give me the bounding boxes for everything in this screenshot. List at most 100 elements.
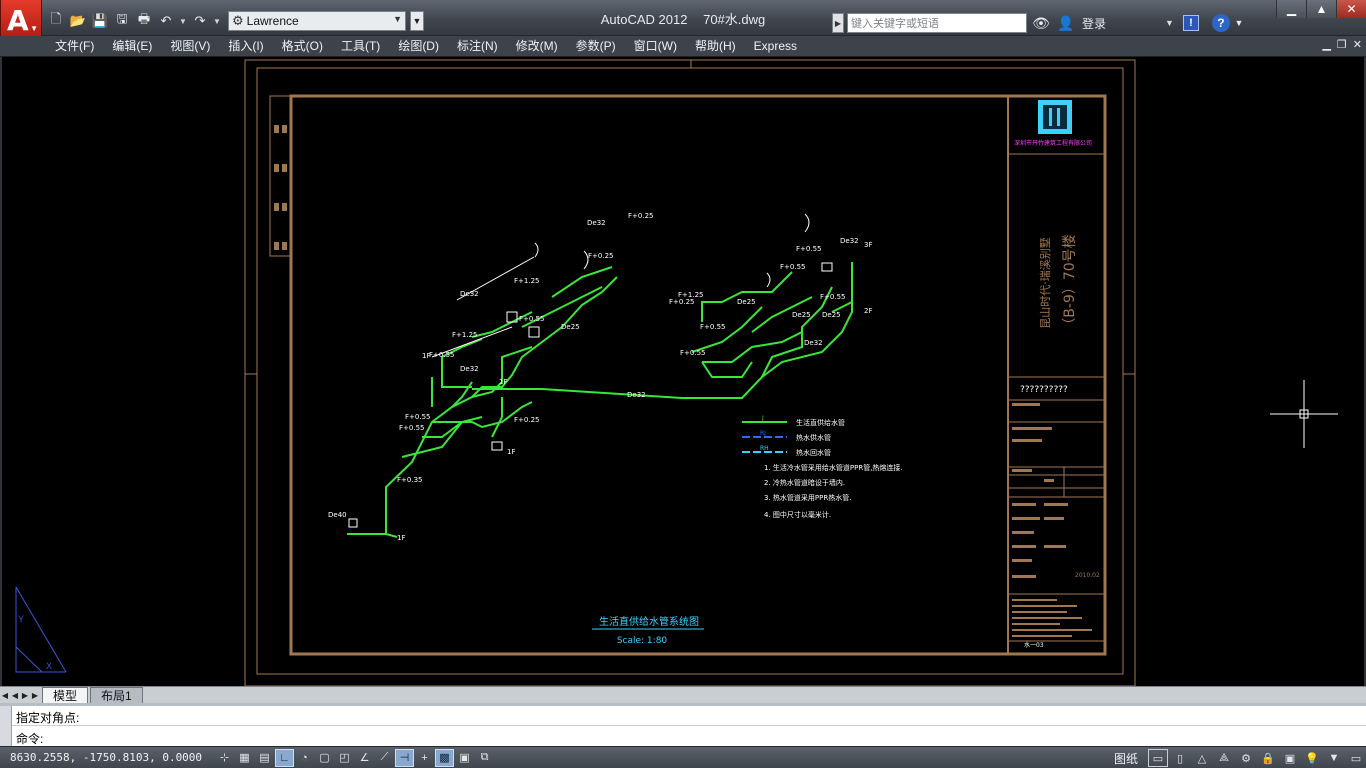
command-input[interactable]: 命令: <box>16 730 43 747</box>
svg-text:1. 生活冷水管采用给水管道PPR管,热熔连接.: 1. 生活冷水管采用给水管道PPR管,热熔连接. <box>764 463 903 472</box>
svg-text:F+0.55: F+0.55 <box>796 245 821 253</box>
drawing-svg[interactable]: 深圳市丹竹建筑工程有限公司 昆山时代·瑞溪别墅 （B-9）70号楼 ??????… <box>2 57 1364 686</box>
command-history: 指定对角点: <box>16 711 80 725</box>
customize-toolbar-button[interactable]: ▼ <box>410 11 424 31</box>
menu-bar: 文件(F) 编辑(E) 视图(V) 插入(I) 格式(O) 工具(T) 绘图(D… <box>0 36 1366 57</box>
svg-text:2. 冷热水管道暗设于墙内.: 2. 冷热水管道暗设于墙内. <box>764 478 845 487</box>
save-icon[interactable]: 💾 <box>90 11 110 31</box>
menu-window[interactable]: 窗口(W) <box>625 36 686 57</box>
svg-text:F+0.55: F+0.55 <box>399 424 424 432</box>
svg-text:1F: 1F <box>507 448 515 456</box>
redo-icon[interactable]: ↷ <box>190 11 210 31</box>
prev-tab-icon[interactable]: ◀ <box>10 688 20 702</box>
last-tab-icon[interactable]: ▶ <box>30 688 40 702</box>
infer-constraints-icon[interactable]: ⊹ <box>215 749 234 767</box>
status-menu-icon[interactable]: ▼ <box>1324 749 1344 767</box>
lock-icon[interactable]: 🔒 <box>1258 749 1278 767</box>
tab-model[interactable]: 模型 <box>42 687 89 703</box>
hardware-acceleration-icon[interactable]: ▣ <box>1280 749 1300 767</box>
isolate-objects-icon[interactable]: 💡 <box>1302 749 1322 767</box>
undo-dropdown-icon[interactable]: ▼ <box>178 11 188 31</box>
menu-draw[interactable]: 绘图(D) <box>389 36 448 57</box>
svg-text:F+0.55: F+0.55 <box>519 315 544 323</box>
command-line-grip[interactable] <box>0 706 12 746</box>
next-tab-icon[interactable]: ▶ <box>20 688 30 702</box>
tab-layout1[interactable]: 布局1 <box>90 687 143 703</box>
menu-insert[interactable]: 插入(I) <box>219 36 272 57</box>
annotation-visibility-icon[interactable]: ⟁ <box>1214 749 1234 767</box>
exchange-icon[interactable]: ! <box>1182 15 1199 31</box>
svg-text:De25: De25 <box>737 298 756 306</box>
search-input[interactable] <box>847 13 1027 33</box>
snap-mode-icon[interactable]: ▦ <box>235 749 254 767</box>
menu-format[interactable]: 格式(O) <box>273 36 332 57</box>
undo-icon[interactable]: ↶ <box>156 11 176 31</box>
doc-restore-button[interactable]: ❐ <box>1337 38 1347 51</box>
status-right: 图纸 ▭ ▯ △ ⟁ ⚙ 🔒 ▣ 💡 ▼ ▭ <box>1114 747 1366 768</box>
grid-display-icon[interactable]: ▤ <box>255 749 274 767</box>
print-icon[interactable]: 🖶 <box>134 11 154 31</box>
polar-tracking-icon[interactable]: ◔ <box>295 749 314 767</box>
dynamic-input-icon[interactable]: ⊣ <box>395 748 414 767</box>
menu-dimension[interactable]: 标注(N) <box>448 36 507 57</box>
chevron-down-icon[interactable]: ▼ <box>1165 18 1174 28</box>
svg-text:De32: De32 <box>804 339 823 347</box>
company-name: 深圳市丹竹建筑工程有限公司 <box>1014 139 1092 147</box>
menu-view[interactable]: 视图(V) <box>161 36 219 57</box>
search-expand-button[interactable]: ▶ <box>832 13 844 33</box>
quick-properties-icon[interactable]: ▣ <box>455 749 474 767</box>
menu-edit[interactable]: 编辑(E) <box>103 36 161 57</box>
doc-minimize-button[interactable]: ▁ <box>1322 38 1330 51</box>
dynamic-ucs-icon[interactable]: ⟋ <box>375 749 394 767</box>
clean-screen-icon[interactable]: ▭ <box>1346 749 1366 767</box>
drawing-canvas[interactable]: 深圳市丹竹建筑工程有限公司 昆山时代·瑞溪别墅 （B-9）70号楼 ??????… <box>0 57 1366 686</box>
company-logo <box>1038 100 1072 134</box>
maximize-button[interactable]: ▲ <box>1306 0 1336 18</box>
menu-file[interactable]: 文件(F) <box>46 36 103 57</box>
login-button[interactable]: 登录 <box>1082 15 1162 32</box>
workspace-name: Lawrence <box>246 14 299 28</box>
svg-text:3. 热水管道采用PPR热水管.: 3. 热水管道采用PPR热水管. <box>764 493 851 502</box>
help-icon[interactable]: ? <box>1211 14 1230 32</box>
chevron-down-icon[interactable]: ▼ <box>1233 12 1245 34</box>
workspace-switching-icon[interactable]: ⚙ <box>1236 749 1256 767</box>
workspace-dropdown[interactable]: ⚙ Lawrence ▼ <box>228 11 406 31</box>
ortho-mode-icon[interactable]: ∟ <box>275 748 294 767</box>
object-snap-icon[interactable]: ▢ <box>315 749 334 767</box>
first-tab-icon[interactable]: ◀ <box>0 688 10 702</box>
3d-object-snap-icon[interactable]: ◰ <box>335 749 354 767</box>
transparency-icon[interactable]: ▩ <box>435 748 454 767</box>
drafting-toggles: ⊹ ▦ ▤ ∟ ◔ ▢ ◰ ∠ ⟋ ⊣ + ▩ ▣ ⧉ <box>215 748 494 767</box>
user-icon[interactable]: 👤 <box>1055 12 1077 34</box>
svg-text:F+0.25: F+0.25 <box>628 212 653 220</box>
svg-text:1F: 1F <box>499 378 507 386</box>
new-file-icon[interactable]: 🗋 <box>46 11 66 31</box>
lineweight-icon[interactable]: + <box>415 749 434 767</box>
minimize-button[interactable]: ▁ <box>1276 0 1306 18</box>
object-snap-tracking-icon[interactable]: ∠ <box>355 749 374 767</box>
svg-text:F+0.25: F+0.25 <box>669 298 694 306</box>
menu-tools[interactable]: 工具(T) <box>332 36 389 57</box>
menu-parameters[interactable]: 参数(P) <box>567 36 625 57</box>
annotation-scale-icon[interactable]: △ <box>1192 749 1212 767</box>
redo-dropdown-icon[interactable]: ▼ <box>212 11 222 31</box>
menu-help[interactable]: 帮助(H) <box>686 36 745 57</box>
menu-express[interactable]: Express <box>745 36 806 57</box>
doc-close-button[interactable]: ✕ <box>1353 38 1362 51</box>
model-paper-toggle[interactable]: 图纸 <box>1114 750 1138 767</box>
coordinate-readout[interactable]: 8630.2558, -1750.8103, 0.0000 <box>0 751 215 764</box>
save-as-icon[interactable]: 🖫 <box>112 11 132 31</box>
quick-view-drawings-icon[interactable]: ▯ <box>1170 749 1190 767</box>
binoculars-icon[interactable]: 👁 <box>1030 12 1052 34</box>
svg-text:De32: De32 <box>587 219 606 227</box>
svg-text:热水供水管: 热水供水管 <box>796 433 831 442</box>
layout-tabs: ◀ ◀ ▶ ▶ 模型 布局1 <box>0 686 1366 703</box>
close-button[interactable]: ✕ <box>1336 0 1366 18</box>
quick-view-layouts-icon[interactable]: ▭ <box>1148 749 1168 767</box>
open-folder-icon[interactable]: 📂 <box>68 11 88 31</box>
pipe-legend: J 生活直供给水管 RJ 热水供水管 RH 热水回水管 <box>742 415 845 457</box>
svg-text:De32: De32 <box>460 290 479 298</box>
selection-cycling-icon[interactable]: ⧉ <box>475 749 494 767</box>
menu-modify[interactable]: 修改(M) <box>507 36 567 57</box>
svg-text:F+0.55: F+0.55 <box>429 351 454 359</box>
